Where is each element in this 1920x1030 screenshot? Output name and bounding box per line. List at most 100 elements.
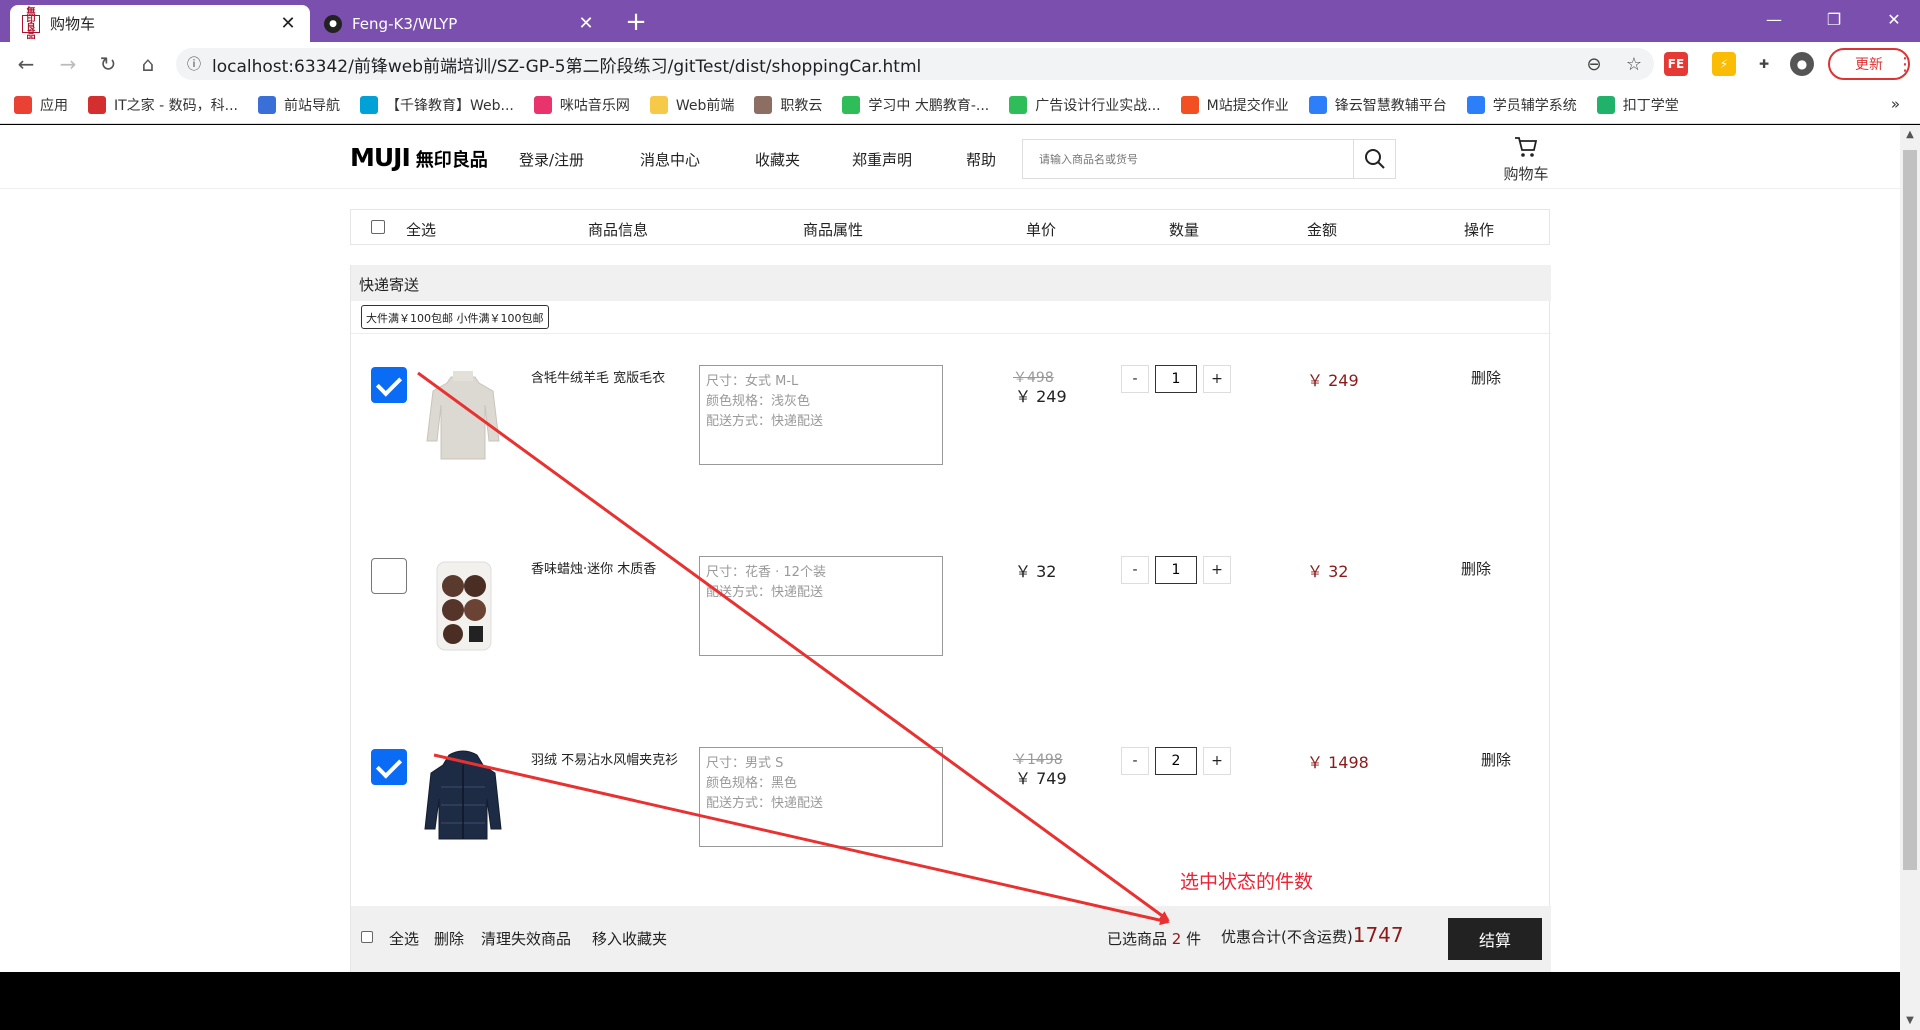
item-subtotal: ￥ 1498 (1307, 753, 1369, 772)
bookmark-item[interactable]: 前站导航 (257, 95, 340, 115)
bookmark-item[interactable]: 应用 (14, 95, 68, 115)
checkout-button[interactable]: 结算 (1448, 918, 1542, 960)
bookmarks-bar: 应用 IT之家 - 数码，科... 前站导航 【千锋教育】Web... 咪咕音乐网 Web… (0, 86, 1920, 124)
bookmark-label: 锋云智慧教辅平台 (1334, 97, 1447, 114)
bookmark-item[interactable]: 【千锋教育】Web... (359, 95, 514, 115)
decrease-button[interactable]: - (1121, 747, 1149, 775)
product-name[interactable]: 香味蜡烛·迷你 木质香 (531, 558, 656, 577)
url-text[interactable]: localhost:63342/前锋web前端培训/SZ-GP-5第二阶段练习/… (212, 52, 1574, 77)
profile-avatar-icon[interactable]: ● (1790, 52, 1814, 76)
col-quantity: 数量 (1169, 221, 1200, 239)
extension-color-icon[interactable]: ⚡ (1712, 52, 1736, 76)
bookmark-item[interactable]: M站提交作业 (1180, 95, 1289, 115)
col-amount: 金额 (1307, 221, 1338, 239)
logo-cn: 無印良品 (415, 150, 488, 171)
bookmark-item[interactable]: 咪咕音乐网 (533, 95, 630, 115)
bookmark-label: 学习中 大鹏教育-... (868, 97, 990, 114)
item-subtotal: ￥ 249 (1307, 371, 1359, 390)
attr-line: 配送方式：快递配送 (706, 796, 824, 811)
product-name[interactable]: 含牦牛绒羊毛 宽版毛衣 (531, 367, 665, 386)
product-image-down-jacket (424, 750, 502, 840)
delete-link[interactable]: 删除 (1461, 558, 1491, 579)
attr-line: 配送方式：快递配送 (706, 585, 824, 600)
nav-login[interactable]: 登录/注册 (519, 149, 584, 170)
bookmark-item[interactable]: 学习中 大鹏教育-... (842, 95, 989, 115)
bookmark-label: 前站导航 (283, 97, 340, 114)
clear-invalid-link[interactable]: 清理失效商品 (481, 928, 571, 949)
bookmark-item[interactable]: 扣丁学堂 (1596, 95, 1679, 115)
browser-window: 無印 良品 购物车 ✕ ● Feng-K3/WLYP ✕ + — ❐ ✕ ← → … (0, 0, 1920, 1030)
scroll-up-icon[interactable]: ▲ (1900, 129, 1920, 140)
bookmark-item[interactable]: IT之家 - 数码，科... (88, 95, 238, 115)
increase-button[interactable]: + (1203, 747, 1231, 775)
bookmark-label: 应用 (40, 97, 68, 114)
reload-icon[interactable]: ↻ (94, 50, 122, 78)
restore-icon[interactable]: ❐ (1804, 0, 1864, 38)
scroll-down-icon[interactable]: ▼ (1900, 1015, 1920, 1026)
item-checkbox[interactable] (371, 367, 407, 403)
window-close-icon[interactable]: ✕ (1864, 0, 1920, 38)
bookmark-label: 学员辅学系统 (1492, 97, 1577, 114)
bookmark-label: 【千锋教育】Web... (385, 97, 514, 114)
scrollbar-thumb[interactable] (1903, 150, 1917, 870)
nav-help[interactable]: 帮助 (966, 149, 996, 170)
muji-logo[interactable]: MUJI 無印良品 (350, 143, 488, 172)
select-all-checkbox[interactable] (371, 220, 385, 234)
nav-favorites[interactable]: 收藏夹 (755, 149, 800, 170)
quantity-input[interactable]: 1 (1155, 556, 1197, 584)
decrease-button[interactable]: - (1121, 365, 1149, 393)
quantity-input[interactable]: 2 (1155, 747, 1197, 775)
bookmark-label: 广告设计行业实战... (1035, 97, 1161, 114)
bookmark-item[interactable]: 学员辅学系统 (1466, 95, 1577, 115)
extensions-puzzle-icon[interactable]: ✚ (1752, 52, 1776, 76)
bookmark-item[interactable]: 广告设计行业实战... (1009, 95, 1161, 115)
item-checkbox[interactable] (371, 749, 407, 785)
bilibili-icon (359, 95, 378, 114)
fengyun-icon (1308, 95, 1327, 114)
product-name[interactable]: 羽绒 不易沾水风帽夹克衫 (531, 749, 678, 768)
search-input[interactable] (1023, 140, 1353, 178)
bookmark-item[interactable]: 职教云 (754, 95, 822, 115)
divider (351, 333, 1551, 334)
footer-select-all-label[interactable]: 全选 (389, 928, 419, 949)
fengyun-icon (1466, 95, 1485, 114)
forward-icon[interactable]: → (54, 50, 82, 78)
decrease-button[interactable]: - (1121, 556, 1149, 584)
bookmarks-overflow-icon[interactable]: » (1891, 95, 1900, 113)
search-button[interactable] (1353, 140, 1395, 178)
nav-statement[interactable]: 郑重声明 (852, 149, 912, 170)
item-checkbox[interactable] (371, 558, 407, 594)
move-to-favorites-link[interactable]: 移入收藏夹 (592, 928, 667, 949)
tab-github[interactable]: ● Feng-K3/WLYP ✕ (312, 5, 608, 42)
close-icon[interactable]: ✕ (278, 13, 298, 34)
more-menu-icon[interactable]: ⋮ (1896, 54, 1914, 75)
cart-label: 购物车 (1503, 165, 1549, 183)
bookmark-item[interactable]: Web前端 (649, 95, 734, 115)
delete-link[interactable]: 删除 (1481, 749, 1511, 770)
increase-button[interactable]: + (1203, 365, 1231, 393)
page-scrollbar[interactable]: ▲ ▼ (1900, 125, 1920, 1030)
delete-link[interactable]: 删除 (1471, 367, 1501, 388)
attr-line: 颜色规格：黑色 (706, 776, 798, 791)
quantity-input[interactable]: 1 (1155, 365, 1197, 393)
site-info-icon[interactable]: ⓘ (176, 54, 212, 74)
zoom-icon[interactable]: ⊖ (1574, 54, 1614, 75)
new-tab-button[interactable]: + (620, 7, 652, 39)
minimize-icon[interactable]: — (1744, 0, 1804, 38)
cart-link[interactable]: 购物车 (1496, 135, 1556, 184)
extension-fe-icon[interactable]: FE (1664, 52, 1688, 76)
home-icon[interactable]: ⌂ (134, 50, 162, 78)
footer-delete-link[interactable]: 删除 (434, 928, 464, 949)
nav-messages[interactable]: 消息中心 (640, 149, 700, 170)
close-icon[interactable]: ✕ (576, 13, 596, 34)
bookmark-item[interactable]: 锋云智慧教辅平台 (1308, 95, 1447, 115)
tab-shopping-cart[interactable]: 無印 良品 购物车 ✕ (10, 5, 310, 42)
it-home-icon (88, 95, 106, 114)
back-icon[interactable]: ← (12, 50, 40, 78)
increase-button[interactable]: + (1203, 556, 1231, 584)
address-bar[interactable]: ⓘ localhost:63342/前锋web前端培训/SZ-GP-5第二阶段练… (176, 48, 1654, 80)
page-content: MUJI無印良品 登录/注册 消息中心 收藏夹 郑重声明 帮助 购物车 (0, 125, 1920, 972)
footer-select-all-checkbox[interactable] (361, 931, 373, 943)
cart-body: 快递寄送 大件满￥100包邮 小件满￥100包邮 含牦牛绒羊毛 宽版毛衣 尺寸：… (350, 265, 1551, 972)
bookmark-star-icon[interactable]: ☆ (1614, 54, 1654, 75)
